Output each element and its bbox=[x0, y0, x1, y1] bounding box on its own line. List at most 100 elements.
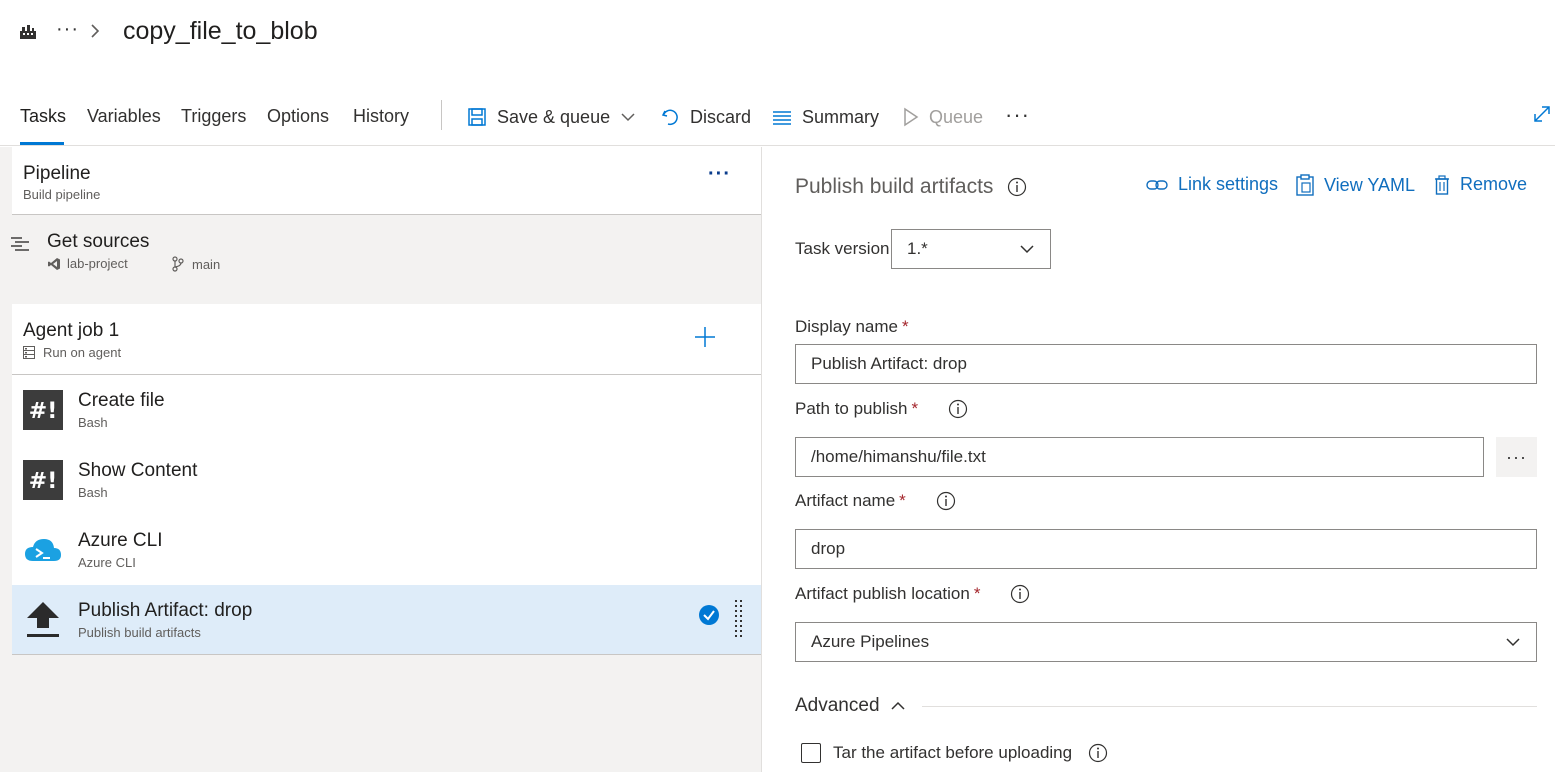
save-icon bbox=[468, 108, 486, 126]
path-to-publish-label: Path to publish * bbox=[795, 399, 968, 419]
path-to-publish-input[interactable]: /home/himanshu/file.txt bbox=[795, 437, 1484, 477]
advanced-section-toggle[interactable]: Advanced bbox=[795, 695, 906, 717]
save-queue-button[interactable]: Save & queue bbox=[467, 104, 636, 130]
header: ··· copy_file_to_blob bbox=[0, 0, 1555, 70]
pipeline-title: Pipeline bbox=[23, 163, 91, 184]
info-icon[interactable] bbox=[1007, 177, 1027, 197]
view-yaml-button[interactable]: View YAML bbox=[1296, 174, 1415, 196]
task-item-azure-cli[interactable]: Azure CLI Azure CLI bbox=[12, 515, 761, 585]
task-subtitle: Bash bbox=[78, 415, 108, 430]
task-subtitle: Azure CLI bbox=[78, 555, 136, 570]
queue-label: Queue bbox=[929, 106, 984, 127]
browse-path-button[interactable]: ··· bbox=[1496, 437, 1537, 477]
task-title: Azure CLI bbox=[78, 530, 163, 551]
task-title: Create file bbox=[78, 390, 165, 411]
plus-icon bbox=[695, 327, 715, 347]
tab-tasks[interactable]: Tasks bbox=[20, 106, 66, 127]
discard-button[interactable]: Discard bbox=[660, 104, 751, 130]
visual-studio-icon bbox=[48, 257, 60, 270]
toolbar: Tasks Variables Triggers Options History… bbox=[0, 92, 1555, 146]
azure-cli-icon bbox=[23, 530, 63, 570]
chevron-down-icon bbox=[1020, 245, 1034, 254]
advanced-label: Advanced bbox=[795, 695, 880, 716]
task-item-create-file[interactable]: #! Create file Bash bbox=[12, 375, 761, 445]
artifact-location-label: Artifact publish location * bbox=[795, 584, 1030, 604]
path-to-publish-label-text: Path to publish bbox=[795, 399, 908, 418]
artifact-location-label-text: Artifact publish location bbox=[795, 584, 970, 603]
advanced-divider bbox=[922, 706, 1537, 707]
required-marker: * bbox=[911, 399, 919, 418]
server-icon bbox=[23, 346, 35, 359]
link-settings-label: Link settings bbox=[1178, 174, 1279, 194]
remove-label: Remove bbox=[1460, 174, 1528, 194]
agent-job-subtitle: Run on agent bbox=[23, 345, 121, 360]
artifact-location-value: Azure Pipelines bbox=[811, 632, 930, 651]
agent-job-subtitle-text: Run on agent bbox=[43, 345, 122, 360]
expand-icon[interactable] bbox=[1532, 104, 1552, 129]
task-list-panel: Pipeline Build pipeline ··· Get sources … bbox=[0, 147, 761, 772]
task-title: Publish Artifact: drop bbox=[78, 600, 253, 621]
chevron-right-icon bbox=[88, 22, 102, 40]
view-yaml-label: View YAML bbox=[1324, 174, 1416, 195]
link-settings-button[interactable]: Link settings bbox=[1146, 174, 1278, 195]
info-icon[interactable] bbox=[1088, 743, 1108, 763]
page-title: copy_file_to_blob bbox=[123, 17, 318, 45]
bash-icon: #! bbox=[23, 460, 63, 500]
source-repo: lab-project bbox=[47, 256, 128, 271]
toolbar-divider bbox=[441, 100, 442, 130]
tar-artifact-label-text: Tar the artifact before uploading bbox=[833, 743, 1073, 762]
tab-triggers[interactable]: Triggers bbox=[181, 106, 246, 127]
task-item-show-content[interactable]: #! Show Content Bash bbox=[12, 445, 761, 515]
tar-artifact-label: Tar the artifact before uploading bbox=[833, 743, 1108, 763]
artifact-name-label: Artifact name * bbox=[795, 491, 956, 511]
enabled-check-icon bbox=[698, 604, 720, 631]
breadcrumb-more-button[interactable]: ··· bbox=[56, 18, 79, 41]
get-sources-item[interactable]: Get sources lab-project main bbox=[0, 215, 761, 301]
add-task-button[interactable] bbox=[694, 326, 716, 353]
display-name-input[interactable]: Publish Artifact: drop bbox=[795, 344, 1537, 384]
remove-button[interactable]: Remove bbox=[1434, 174, 1527, 195]
required-marker: * bbox=[973, 584, 981, 603]
source-branch: main bbox=[172, 256, 220, 272]
tab-options[interactable]: Options bbox=[267, 106, 329, 127]
display-name-value: Publish Artifact: drop bbox=[811, 354, 967, 373]
task-subtitle: Bash bbox=[78, 485, 108, 500]
artifact-name-input[interactable]: drop bbox=[795, 529, 1537, 569]
summary-label: Summary bbox=[802, 106, 880, 127]
list-icon bbox=[773, 111, 791, 125]
pipeline-more-button[interactable]: ··· bbox=[708, 163, 731, 186]
build-pipeline-icon[interactable] bbox=[18, 22, 38, 42]
info-icon[interactable] bbox=[948, 399, 968, 419]
tab-variables[interactable]: Variables bbox=[87, 106, 161, 127]
svg-text:#!: #! bbox=[29, 399, 57, 424]
task-subtitle: Publish build artifacts bbox=[78, 625, 201, 640]
task-version-select[interactable]: 1.* bbox=[891, 229, 1051, 269]
undo-icon bbox=[661, 109, 678, 126]
clipboard-icon bbox=[1296, 174, 1314, 196]
bash-icon: #! bbox=[23, 390, 63, 430]
chevron-down-icon bbox=[621, 113, 635, 122]
task-title: Show Content bbox=[78, 460, 198, 481]
artifact-name-value: drop bbox=[811, 539, 846, 558]
info-icon[interactable] bbox=[1010, 584, 1030, 604]
sources-list-icon bbox=[10, 235, 30, 258]
pipeline-subtitle: Build pipeline bbox=[23, 187, 101, 202]
discard-label: Discard bbox=[690, 106, 752, 127]
task-item-publish-artifact[interactable]: Publish Artifact: drop Publish build art… bbox=[12, 585, 761, 655]
agent-job-card[interactable]: Agent job 1 Run on agent bbox=[12, 304, 761, 375]
artifact-location-select[interactable]: Azure Pipelines bbox=[795, 622, 1537, 662]
agent-job-title: Agent job 1 bbox=[23, 320, 120, 341]
display-name-label-text: Display name bbox=[795, 317, 898, 336]
link-icon bbox=[1146, 179, 1168, 190]
summary-button[interactable]: Summary bbox=[772, 104, 879, 130]
get-sources-title: Get sources bbox=[47, 231, 150, 252]
queue-button[interactable]: Queue bbox=[903, 104, 983, 130]
details-title-text: Publish build artifacts bbox=[795, 175, 994, 198]
pipeline-card[interactable]: Pipeline Build pipeline ··· bbox=[12, 147, 761, 215]
branch-icon bbox=[172, 256, 184, 272]
toolbar-more-button[interactable]: ··· bbox=[1005, 102, 1030, 128]
tab-history[interactable]: History bbox=[353, 106, 409, 127]
tar-artifact-checkbox[interactable] bbox=[801, 743, 821, 763]
info-icon[interactable] bbox=[936, 491, 956, 511]
drag-handle-icon[interactable] bbox=[735, 600, 743, 643]
